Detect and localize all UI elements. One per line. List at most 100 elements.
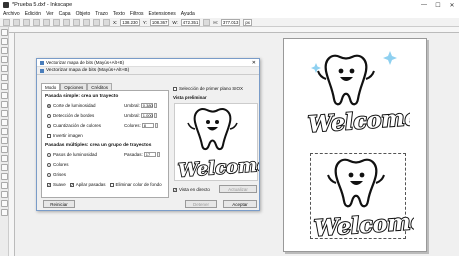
pen-tool-icon[interactable] <box>1 128 8 135</box>
maximize-button[interactable]: ☐ <box>431 0 445 10</box>
dialog-close-icon[interactable]: ✕ <box>252 60 256 66</box>
ok-button[interactable]: Aceptar <box>223 200 257 208</box>
raise-icon[interactable] <box>83 18 90 26</box>
menu-texto[interactable]: Texto <box>113 11 125 17</box>
node-tool-icon[interactable] <box>1 38 8 45</box>
checkbox-stack-scans[interactable]: ✓ <box>69 182 74 187</box>
rotate-cw-icon[interactable] <box>43 18 50 26</box>
menu-archivo[interactable]: Archivo <box>3 11 20 17</box>
select-all-icon[interactable] <box>3 18 10 26</box>
ellipse-tool-icon[interactable] <box>1 92 8 99</box>
option-brightness-cutoff[interactable]: Corte de luminosidad <box>47 103 96 108</box>
quantization-colors-input[interactable]: 8 <box>141 123 154 128</box>
option-color-quantization[interactable]: Cuantización de colores <box>47 123 101 128</box>
mode-panel: Pasada simple: crea un trayecto Corte de… <box>41 90 169 198</box>
selector-tool-icon[interactable] <box>1 29 8 36</box>
scans-input[interactable]: 17 <box>143 152 156 157</box>
mesh-tool-icon[interactable] <box>1 191 8 198</box>
h-field[interactable]: 377.013 <box>220 18 241 26</box>
w-field[interactable]: 472.351 <box>180 18 201 26</box>
menu-ayuda[interactable]: Ayuda <box>181 11 195 17</box>
spray-tool-icon[interactable] <box>1 155 8 162</box>
siox-option[interactable]: Selección de primer plano SIOX <box>173 86 243 91</box>
option-invert-image[interactable]: Invertir imagen <box>47 133 83 138</box>
bucket-tool-icon[interactable] <box>1 173 8 180</box>
select-all-layers-icon[interactable] <box>13 18 20 26</box>
menu-extensiones[interactable]: Extensiones <box>148 11 175 17</box>
rotate-ccw-icon[interactable] <box>33 18 40 26</box>
tooth-artwork-traced[interactable]: Welcome <box>306 149 414 241</box>
multi-scan-checks: ✓ Suave ✓ Apilar pasadas Eliminar color … <box>47 182 162 187</box>
brightness-threshold-spinner[interactable] <box>153 103 157 108</box>
x-field[interactable]: 138.230 <box>120 18 140 26</box>
checkbox-invert-image[interactable] <box>47 133 51 138</box>
stop-button[interactable]: Detener <box>185 200 217 208</box>
lower-icon[interactable] <box>93 18 100 26</box>
close-button[interactable]: ✕ <box>445 0 459 10</box>
dropper-tool-icon[interactable] <box>1 200 8 207</box>
radio-color-quantization[interactable] <box>47 123 51 128</box>
tweak-tool-icon[interactable] <box>1 47 8 54</box>
checkbox-smooth[interactable]: ✓ <box>47 182 51 187</box>
siox-label: Selección de primer plano SIOX <box>179 86 244 91</box>
measure-tool-icon[interactable] <box>1 65 8 72</box>
menu-objeto[interactable]: Objeto <box>76 11 91 17</box>
option-edge-detection[interactable]: Detección de bordes <box>47 113 94 118</box>
calligraphy-tool-icon[interactable] <box>1 137 8 144</box>
option-brightness-steps[interactable]: Pasos de luminosidad <box>47 152 97 157</box>
menu-filtros[interactable]: Filtros <box>130 11 144 17</box>
y-field[interactable]: 108.367 <box>149 18 170 26</box>
radio-grays[interactable] <box>47 172 51 177</box>
edge-threshold-input[interactable]: 1.000 <box>140 113 153 118</box>
live-preview-option[interactable]: ✓ Vista en directo <box>173 187 210 192</box>
brightness-cutoff-label: Corte de luminosidad <box>53 103 96 108</box>
unit-select[interactable]: px <box>243 18 252 26</box>
text-tool-icon[interactable] <box>1 146 8 153</box>
update-button[interactable]: Actualizar <box>219 185 257 193</box>
deselect-icon[interactable] <box>23 18 30 26</box>
flip-vertical-icon[interactable] <box>63 18 70 26</box>
menu-ver[interactable]: Ver <box>46 11 54 17</box>
gradient-tool-icon[interactable] <box>1 182 8 189</box>
eraser-tool-icon[interactable] <box>1 164 8 171</box>
rectangle-tool-icon[interactable] <box>1 74 8 81</box>
brightness-steps-label: Pasos de luminosidad <box>53 152 98 157</box>
menu-capa[interactable]: Capa <box>59 11 71 17</box>
menu-trazo[interactable]: Trazo <box>95 11 108 17</box>
3d-box-tool-icon[interactable] <box>1 83 8 90</box>
checkbox-remove-background[interactable] <box>109 182 114 187</box>
pencil-tool-icon[interactable] <box>1 119 8 126</box>
invert-image-label: Invertir imagen <box>53 133 83 138</box>
checkbox-live-preview[interactable]: ✓ <box>173 187 177 192</box>
welcome-text-original: Welcome <box>307 104 410 138</box>
preview-welcome-text: Welcome <box>177 154 259 181</box>
option-grays[interactable]: Grises <box>47 172 66 177</box>
minimize-button[interactable]: — <box>417 0 431 10</box>
star-tool-icon[interactable] <box>1 101 8 108</box>
radio-brightness-cutoff[interactable] <box>47 103 51 108</box>
colors-label: Colores <box>53 162 69 167</box>
spiral-tool-icon[interactable] <box>1 110 8 117</box>
brightness-threshold-input[interactable]: 0.380 <box>140 103 153 108</box>
inkscape-logo-icon <box>3 2 9 8</box>
connector-tool-icon[interactable] <box>1 209 8 216</box>
reset-button[interactable]: Reiniciar <box>43 200 75 208</box>
option-colors[interactable]: Colores <box>47 162 69 167</box>
dialog-title-bar[interactable]: Vectorizar mapa de bits (Mayús+Alt+B) ✕ <box>37 59 259 67</box>
quantization-colors-spinner[interactable] <box>154 123 158 128</box>
lock-ratio-icon[interactable] <box>203 18 211 26</box>
radio-brightness-steps[interactable] <box>47 152 51 157</box>
menu-edicion[interactable]: Edición <box>25 11 41 17</box>
tooth-artwork-original[interactable]: Welcome <box>302 47 410 139</box>
single-scan-heading: Pasada simple: crea un trayecto <box>45 94 119 99</box>
scans-spinner[interactable] <box>156 152 160 157</box>
lower-to-bottom-icon[interactable] <box>103 18 110 26</box>
radio-colors[interactable] <box>47 162 51 167</box>
checkbox-siox[interactable] <box>173 86 177 91</box>
document-page[interactable]: Welcome Welcome <box>283 38 427 252</box>
radio-edge-detection[interactable] <box>47 113 51 118</box>
edge-threshold-spinner[interactable] <box>153 113 157 118</box>
flip-horizontal-icon[interactable] <box>53 18 60 26</box>
raise-to-top-icon[interactable] <box>73 18 80 26</box>
zoom-tool-icon[interactable] <box>1 56 8 63</box>
